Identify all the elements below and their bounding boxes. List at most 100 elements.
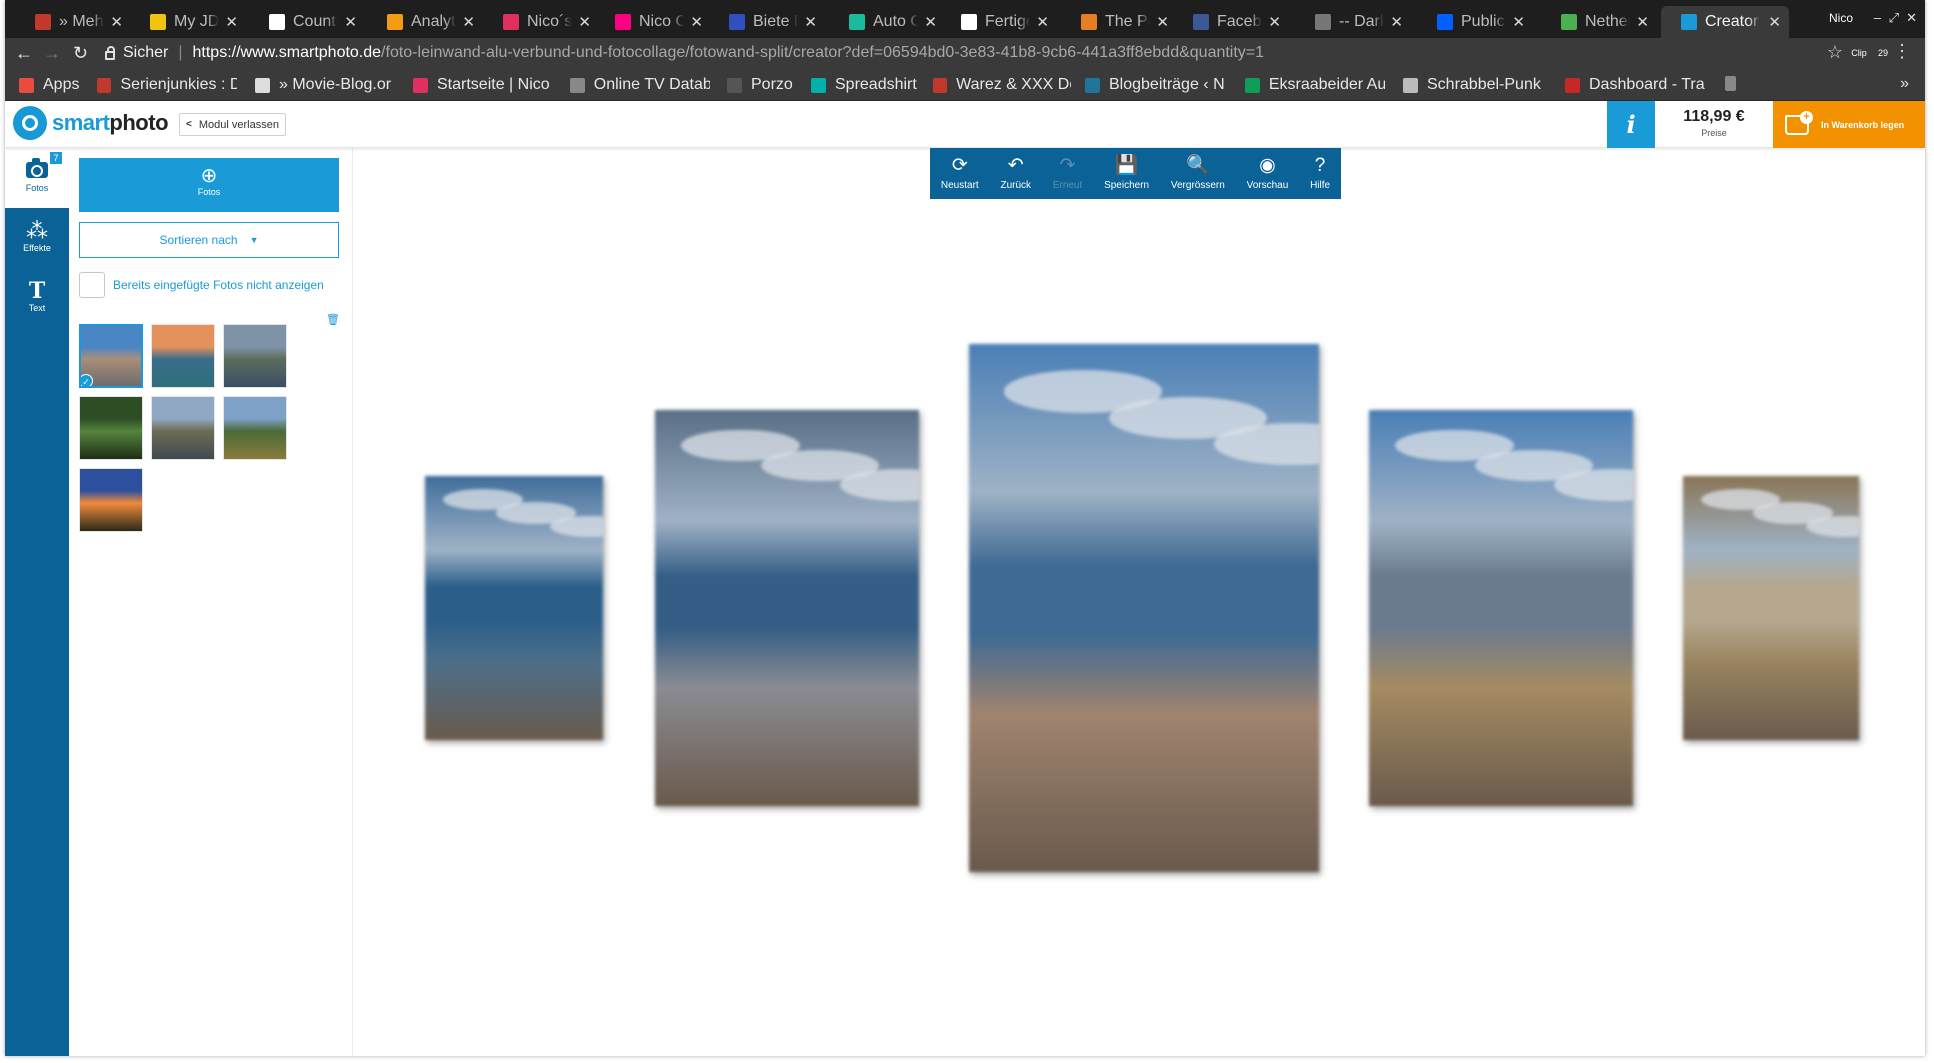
bookmark-item[interactable]: Spreadshirt <box>811 76 919 94</box>
forward-icon[interactable]: → <box>43 43 61 64</box>
tab-8[interactable]: Fertige A ✕ <box>941 6 1057 38</box>
tab-0[interactable]: » Mehr a ✕ <box>15 6 131 38</box>
bookmark-item[interactable]: Warez & XXX Do <box>933 76 1071 94</box>
price-value: 118,99 € <box>1683 108 1745 125</box>
tab-4[interactable]: Nico´s A ✕ <box>483 6 599 38</box>
bookmark-item[interactable]: Schrabbel-Punk <box>1403 76 1543 94</box>
url-path: /foto-leinwand-alu-verbund-und-fotocolla… <box>381 44 1265 61</box>
bookmark-item[interactable]: » Movie-Blog.or <box>255 76 395 94</box>
sort-label: Sortieren nach <box>159 233 238 247</box>
tab-5[interactable]: Nico Oe ✕ <box>595 6 711 38</box>
mail-extension-icon[interactable]: 29 <box>1873 43 1893 63</box>
photo-thumbnail-sunset-sky[interactable] <box>79 468 143 532</box>
close-window-icon[interactable]: ✕ <box>1906 10 1917 26</box>
sort-dropdown[interactable]: Sortieren nach ▼ <box>79 222 339 258</box>
leave-module-button[interactable]: < Modul verlassen <box>179 113 286 136</box>
tab-close-icon[interactable]: ✕ <box>225 13 238 31</box>
editor-canvas[interactable] <box>353 148 1925 1056</box>
tab-close-icon[interactable]: ✕ <box>1390 13 1403 31</box>
tab-title: Public – <box>1461 13 1506 30</box>
tab-title: -- Darkta <box>1339 13 1385 30</box>
tab-close-icon[interactable]: ✕ <box>1768 13 1781 31</box>
tab-close-icon[interactable]: ✕ <box>344 13 357 31</box>
tab-9[interactable]: The Petr ✕ <box>1061 6 1177 38</box>
toolbar-button-zurück[interactable]: ↶ Zurück <box>990 148 1042 199</box>
toolbar-button-neustart[interactable]: ⟳ Neustart <box>930 148 990 199</box>
split-photo-panel-3[interactable] <box>969 344 1319 872</box>
split-photo-panel-2[interactable] <box>655 410 919 806</box>
hide-used-checkbox[interactable] <box>79 272 105 298</box>
tab-1[interactable]: My JDow ✕ <box>130 6 246 38</box>
bookmark-item[interactable]: Porzo <box>727 76 797 94</box>
add-photos-button[interactable]: ⊕ Fotos <box>79 158 339 212</box>
bookmarks-overflow-icon[interactable]: » <box>1900 75 1909 93</box>
hide-used-photos-toggle[interactable]: Bereits eingefügte Fotos nicht anzeigen <box>79 272 324 298</box>
tab-close-icon[interactable]: ✕ <box>462 13 475 31</box>
photo-thumbnail-palace-reflection[interactable] <box>151 396 215 460</box>
tab-12[interactable]: Public – ✕ <box>1417 6 1533 38</box>
smartphoto-logo[interactable]: smartphoto <box>13 106 169 140</box>
sidebar-item-fotos[interactable]: 7 Fotos <box>5 148 69 208</box>
tab-2[interactable]: CountPe ✕ <box>249 6 365 38</box>
tab-7[interactable]: Auto Or ✕ <box>829 6 945 38</box>
tab-close-icon[interactable]: ✕ <box>1156 13 1169 31</box>
tab-close-icon[interactable]: ✕ <box>804 13 817 31</box>
photo-thumbnail-colorful-shore[interactable] <box>151 324 215 388</box>
toolbar-button-vergrössern[interactable]: 🔍 Vergrössern <box>1160 148 1236 199</box>
tab-close-icon[interactable]: ✕ <box>110 13 123 31</box>
bookmark-item[interactable]: Eksraabeider Au <box>1245 76 1385 94</box>
tab-close-icon[interactable]: ✕ <box>690 13 703 31</box>
tab-14[interactable]: Creator ✕ <box>1661 6 1789 38</box>
price-box: 118,99 € Preise <box>1655 101 1773 148</box>
restart-icon: ⟳ <box>951 155 968 176</box>
minimize-icon[interactable]: – <box>1874 10 1881 25</box>
tab-close-icon[interactable]: ✕ <box>578 13 591 31</box>
toolbar-button-speichern[interactable]: 💾 Speichern <box>1093 148 1160 199</box>
info-button[interactable]: i <box>1607 101 1655 148</box>
tab-close-icon[interactable]: ✕ <box>1036 13 1049 31</box>
maximize-icon[interactable]: ⤢ <box>1889 10 1899 26</box>
bookmark-item[interactable]: Serienjunkies : D <box>97 76 237 94</box>
tab-11[interactable]: -- Darkta ✕ <box>1295 6 1411 38</box>
tab-close-icon[interactable]: ✕ <box>1268 13 1281 31</box>
split-photo-panel-4[interactable] <box>1369 410 1633 806</box>
tab-3[interactable]: Analytic ✕ <box>367 6 483 38</box>
bookmark-item[interactable] <box>1725 76 1745 91</box>
trash-icon[interactable]: 🗑 <box>326 313 340 326</box>
reload-icon[interactable]: ↻ <box>73 43 88 64</box>
bookmark-item[interactable]: Online TV Datab <box>570 76 710 94</box>
address-bar[interactable]: Sicher | https://www.smartphoto.de/foto-… <box>105 41 1805 65</box>
sidebar-item-effekte[interactable]: ⁂ Effekte <box>5 210 69 270</box>
toolbar-button-vorschau[interactable]: ◉ Vorschau <box>1236 148 1299 199</box>
toolbar-button-hilfe[interactable]: ? Hilfe <box>1299 148 1341 199</box>
bookmark-item[interactable]: Dashboard - Tra <box>1565 76 1705 94</box>
back-icon[interactable]: ← <box>15 43 33 64</box>
bookmark-star-icon[interactable]: ☆ <box>1827 42 1843 63</box>
bookmark-favicon-icon <box>19 77 34 93</box>
bookmark-label: Warez & XXX Do <box>956 76 1071 93</box>
add-to-cart-button[interactable]: In Warenkorb legen <box>1773 101 1925 148</box>
tab-13[interactable]: Nether – ✕ <box>1541 6 1657 38</box>
tab-close-icon[interactable]: ✕ <box>924 13 937 31</box>
profile-name[interactable]: Nico <box>1829 11 1853 25</box>
tab-10[interactable]: Faceboo ✕ <box>1173 6 1289 38</box>
bookmark-apps[interactable]: Apps <box>19 76 83 94</box>
tab-close-icon[interactable]: ✕ <box>1512 13 1525 31</box>
split-photo-panel-5[interactable] <box>1683 476 1859 740</box>
tab-6[interactable]: Biete PC ✕ <box>709 6 825 38</box>
sidebar-item-text[interactable]: T Text <box>5 270 69 330</box>
toolbar-button-erneut[interactable]: ↷ Erneut <box>1042 148 1093 199</box>
tab-close-icon[interactable]: ✕ <box>1636 13 1649 31</box>
toolbar-button-label: Vorschau <box>1246 180 1289 191</box>
browser-toolbar: ← → ↻ Sicher | https://www.smartphoto.de… <box>5 38 1925 69</box>
photo-thumbnail-mountain-meadow[interactable] <box>223 396 287 460</box>
bookmark-item[interactable]: Startseite | Nico <box>413 76 553 94</box>
photo-thumbnail-dusk-lake[interactable] <box>223 324 287 388</box>
split-photo-panel-1[interactable] <box>425 476 603 740</box>
clip-extension-icon[interactable]: Clip <box>1849 43 1869 63</box>
bookmark-item[interactable]: Blogbeiträge ‹ N <box>1085 76 1225 94</box>
browser-menu-icon[interactable]: ⋮ <box>1893 41 1911 62</box>
photo-thumbnail-harbor-city[interactable]: ✓ <box>79 324 143 388</box>
bookmark-favicon-icon <box>1245 77 1260 93</box>
photo-thumbnail-forest-tunnel[interactable] <box>79 396 143 460</box>
